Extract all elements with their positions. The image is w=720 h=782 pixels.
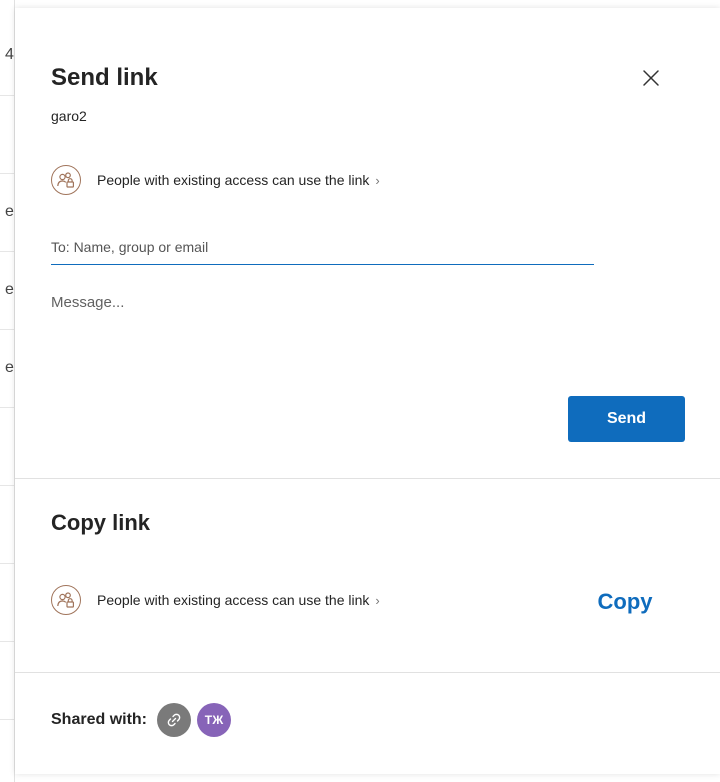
file-name: garo2	[51, 108, 87, 124]
people-lock-icon	[51, 165, 81, 195]
background-row: 42	[0, 0, 14, 96]
section-divider	[15, 672, 720, 673]
background-row	[0, 95, 14, 174]
user-avatar[interactable]: ТЖ	[197, 703, 232, 737]
send-button[interactable]: Send	[568, 396, 685, 442]
copy-link-title: Copy link	[51, 510, 151, 535]
close-button[interactable]	[637, 64, 665, 92]
background-row	[0, 485, 14, 564]
background-text: e	[5, 203, 14, 220]
dialog-title: Send link	[51, 64, 158, 91]
background-page: 42 e e e	[0, 0, 15, 782]
copy-button[interactable]: Copy	[585, 586, 665, 618]
chevron-right-icon: ›	[375, 172, 380, 188]
shared-with-row: Shared with: ТЖ	[51, 703, 237, 737]
background-row: e	[0, 329, 14, 408]
link-icon	[167, 713, 181, 727]
chevron-right-icon: ›	[375, 592, 380, 608]
background-row	[0, 563, 14, 642]
copy-link-permission-settings[interactable]: People with existing access can use the …	[51, 585, 380, 615]
permission-text: People with existing access can use the …	[97, 592, 370, 608]
recipient-input[interactable]	[51, 230, 594, 265]
link-avatar[interactable]	[157, 703, 192, 737]
background-row: e	[0, 173, 14, 252]
send-link-permission-settings[interactable]: People with existing access can use the …	[51, 165, 380, 195]
share-dialog: Send link garo2 People with existing acc…	[15, 8, 720, 774]
background-text: e	[5, 281, 14, 298]
message-input[interactable]	[51, 294, 681, 374]
section-divider	[15, 478, 720, 479]
close-icon	[643, 70, 659, 86]
people-lock-icon	[51, 585, 81, 615]
background-row: e	[0, 251, 14, 330]
shared-with-label: Shared with:	[51, 711, 148, 728]
background-row	[0, 641, 14, 720]
background-text: e	[5, 359, 14, 376]
background-text: 42	[5, 46, 14, 63]
background-row	[0, 407, 14, 486]
permission-text: People with existing access can use the …	[97, 172, 370, 188]
